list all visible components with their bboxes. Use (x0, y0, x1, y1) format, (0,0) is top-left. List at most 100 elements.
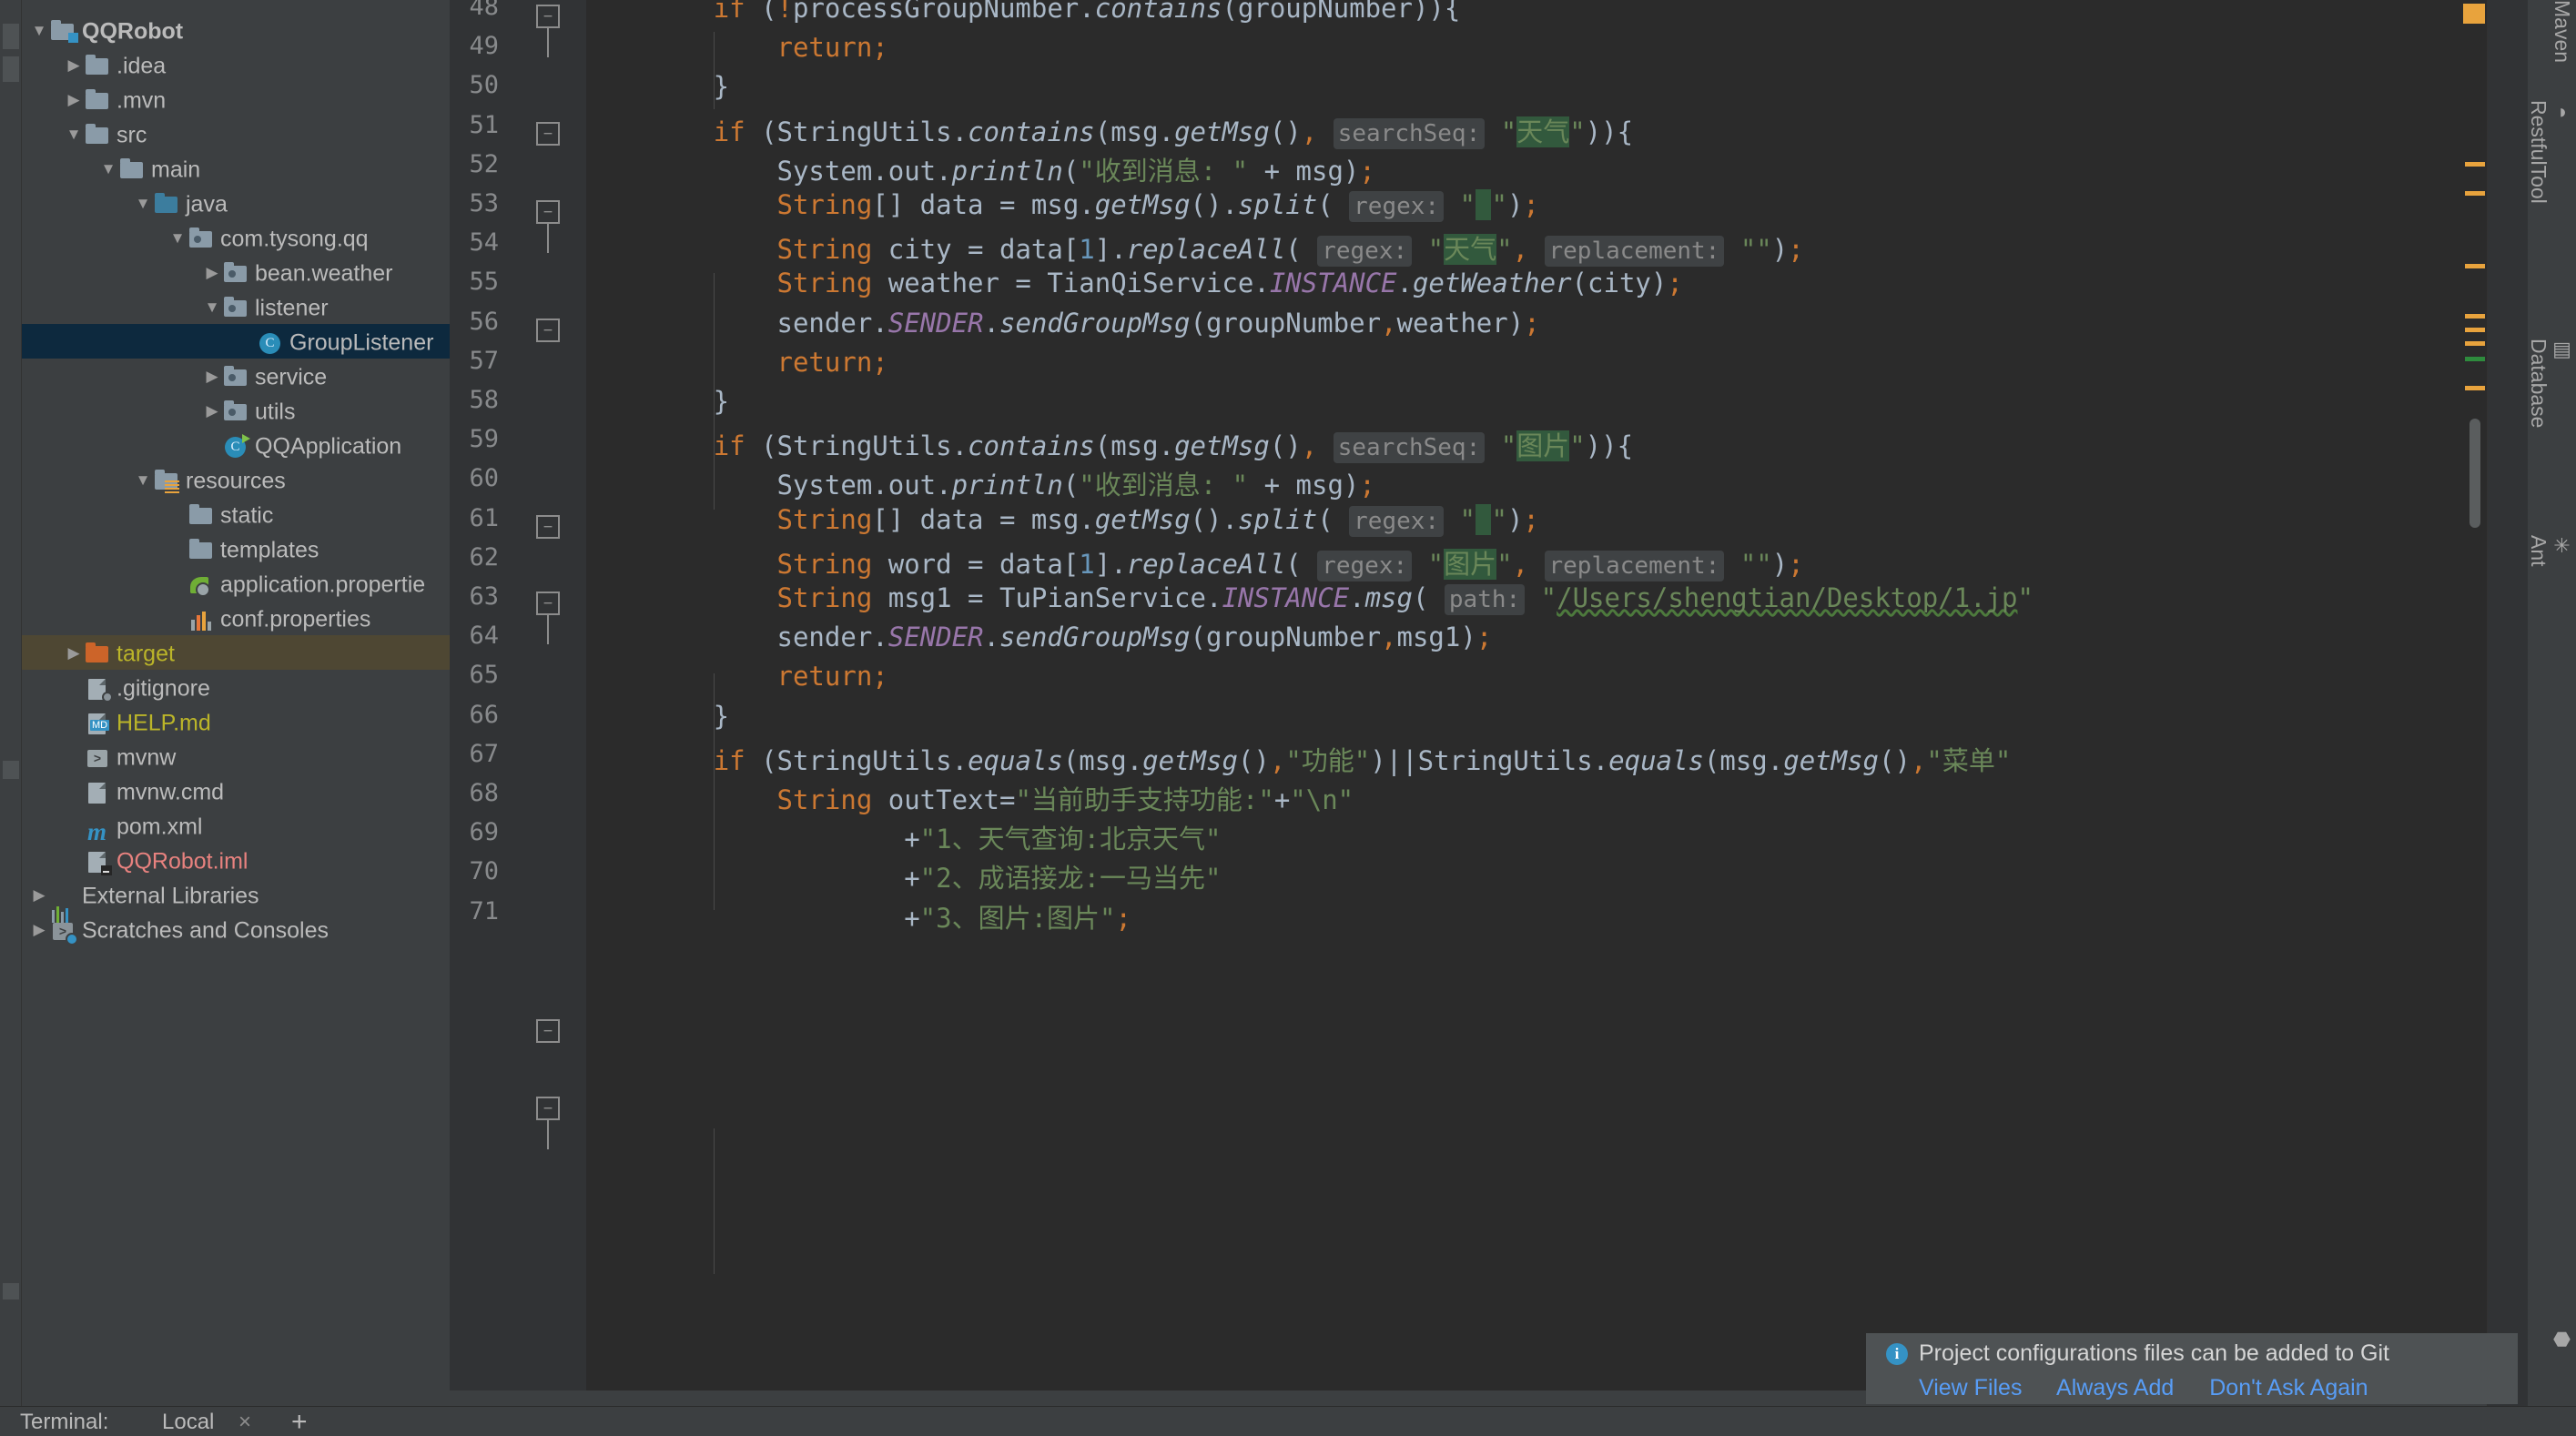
code-line[interactable]: sender.SENDER.sendGroupMsg(groupNumber,w… (586, 308, 1540, 339)
code-line[interactable]: System.out.println("收到消息: " + msg); (586, 464, 1375, 502)
code-line[interactable]: String[] data = msg.getMsg().split( rege… (586, 504, 1539, 535)
tree-expand-arrow[interactable]: ▼ (29, 14, 49, 48)
tree-item-external-libraries[interactable]: ▶External Libraries (22, 877, 450, 912)
code-line[interactable]: String word = data[1].replaceAll( regex:… (586, 543, 1804, 581)
code-line[interactable]: String[] data = msg.getMsg().split( rege… (586, 189, 1539, 220)
code-line[interactable]: String weather = TianQiService.INSTANCE.… (586, 268, 1683, 298)
tree-expand-arrow[interactable]: ▼ (167, 221, 188, 256)
tool-tab-database[interactable]: ▤ Database (2534, 339, 2574, 428)
tree-expand-arrow[interactable]: ▼ (133, 187, 153, 221)
code-line[interactable]: +"2、成语接龙:一马当先" (586, 857, 1222, 895)
code-line[interactable]: sender.SENDER.sendGroupMsg(groupNumber,m… (586, 622, 1492, 652)
code-line[interactable]: } (586, 701, 729, 732)
tree-item-com-tysong-qq[interactable]: ▼com.tysong.qq (22, 220, 450, 255)
tree-item-label: target (117, 641, 175, 666)
terminal-tab-local[interactable]: Local (162, 1407, 214, 1436)
tree-expand-arrow[interactable]: ▶ (64, 83, 84, 117)
project-tool-window[interactable]: ▼QQRobot▶.idea▶.mvn▼src▼main▼java▼com.ty… (22, 0, 450, 1406)
code-token: getMsg (1095, 189, 1191, 220)
tree-item-main[interactable]: ▼main (22, 151, 450, 186)
code-line[interactable]: return; (586, 661, 888, 692)
always-add-link[interactable]: Always Add (2056, 1375, 2174, 1401)
tree-item-grouplistener[interactable]: CGroupListener (22, 324, 450, 359)
tree-item-conf-properties[interactable]: conf.properties (22, 601, 450, 635)
code-line[interactable]: if (StringUtils.contains(msg.getMsg(), s… (586, 425, 1633, 463)
tree-expand-arrow[interactable]: ▼ (202, 290, 222, 325)
tree-item-qqapplication[interactable]: CQQApplication (22, 428, 450, 462)
tree-item-qqrobot[interactable]: ▼QQRobot (22, 13, 450, 47)
tree-expand-arrow[interactable]: ▶ (29, 878, 49, 913)
add-icon[interactable]: + (291, 1407, 308, 1436)
tree-item-bean-weather[interactable]: ▶bean.weather (22, 255, 450, 289)
dont-ask-again-link[interactable]: Don't Ask Again (2209, 1375, 2368, 1401)
tree-expand-arrow[interactable]: ▶ (202, 394, 222, 429)
tree-item-scratches-and-consoles[interactable]: ▶>Scratches and Consoles (22, 912, 450, 946)
code-fold-toggle[interactable]: − (536, 5, 560, 28)
code-fold-toggle[interactable]: − (536, 592, 560, 615)
tree-item--mvn[interactable]: ▶.mvn (22, 82, 450, 116)
code-fold-toggle[interactable]: − (536, 1097, 560, 1120)
code-line[interactable]: if (StringUtils.contains(msg.getMsg(), s… (586, 111, 1633, 149)
code-fold-toggle[interactable]: − (536, 200, 560, 224)
tree-item-help-md[interactable]: MDHELP.md (22, 704, 450, 739)
tree-item-java[interactable]: ▼java (22, 186, 450, 220)
code-fold-toggle[interactable]: − (536, 515, 560, 539)
left-strip-mark (3, 56, 19, 82)
tree-item-utils[interactable]: ▶utils (22, 393, 450, 428)
code-line[interactable]: if (StringUtils.equals(msg.getMsg(),"功能"… (586, 740, 2011, 778)
tree-item-resources[interactable]: ▼resources (22, 462, 450, 497)
tree-expand-arrow[interactable]: ▼ (98, 152, 118, 187)
tree-expand-arrow[interactable]: ▶ (64, 636, 84, 671)
tree-expand-arrow[interactable]: ▶ (202, 359, 222, 394)
code-fold-toggle[interactable]: − (536, 122, 560, 146)
editor-marker-scrollbar[interactable] (2463, 0, 2487, 1390)
tree-item-templates[interactable]: templates (22, 531, 450, 566)
code-line[interactable]: return; (586, 32, 888, 63)
tree-expand-arrow[interactable]: ▼ (64, 117, 84, 152)
tool-tab-bottom-icon[interactable]: ⬣ (2534, 1329, 2574, 1359)
code-line[interactable]: String msg1 = TuPianService.INSTANCE.msg… (586, 582, 2033, 613)
code-line[interactable]: +"1、天气查询:北京天气" (586, 818, 1222, 856)
tree-expand-arrow[interactable]: ▼ (133, 463, 153, 498)
code-line[interactable]: return; (586, 347, 888, 378)
tree-expand-arrow[interactable]: ▶ (29, 913, 49, 947)
tree-item-static[interactable]: static (22, 497, 450, 531)
view-files-link[interactable]: View Files (1919, 1375, 2022, 1401)
code-fold-toggle[interactable]: − (536, 1019, 560, 1043)
tool-tab-restfultool[interactable]: ◗ RestfulTool (2534, 100, 2574, 204)
code-token: println (952, 470, 1063, 501)
code-line[interactable]: String city = data[1].replaceAll( regex:… (586, 228, 1804, 267)
scrollbar-thumb[interactable] (2470, 419, 2480, 528)
tree-item--idea[interactable]: ▶.idea (22, 47, 450, 82)
tree-expand-arrow[interactable]: ▶ (202, 256, 222, 290)
code-line[interactable]: System.out.println("收到消息: " + msg); (586, 150, 1375, 188)
git-notification[interactable]: i Project configurations files can be ad… (1866, 1333, 2518, 1404)
close-icon[interactable]: × (238, 1407, 251, 1436)
code-editor[interactable]: 4849505152535455565758596061626364656667… (450, 0, 2487, 1390)
tree-item-qqrobot-iml[interactable]: QQRobot.iml (22, 843, 450, 877)
code-line[interactable]: } (586, 386, 729, 417)
code-token: SENDER (888, 308, 984, 339)
tree-item-mvnw-cmd[interactable]: mvnw.cmd (22, 774, 450, 808)
tree-item--gitignore[interactable]: .gitignore (22, 670, 450, 704)
tool-tab-maven[interactable]: Maven (2534, 0, 2574, 63)
code-line[interactable]: +"3、图片:图片"; (586, 897, 1131, 935)
tool-tab-ant[interactable]: ✳ Ant (2534, 535, 2574, 567)
punctuation: ; (1359, 470, 1374, 501)
code-token: SENDER (888, 622, 984, 652)
code-line[interactable]: } (586, 71, 729, 102)
code-fold-toggle[interactable]: − (536, 319, 560, 342)
tree-item-service[interactable]: ▶service (22, 359, 450, 393)
tree-item-listener[interactable]: ▼listener (22, 289, 450, 324)
tree-item-mvnw[interactable]: >mvnw (22, 739, 450, 774)
tree-item-target[interactable]: ▶ target (22, 635, 450, 670)
code-line[interactable]: String outText="当前助手支持功能:"+"\n" (586, 779, 1354, 817)
code-area[interactable]: if (!processGroupNumber.contains(groupNu… (586, 0, 2487, 1390)
tree-item-src[interactable]: ▼src (22, 116, 450, 151)
tree-item-pom-xml[interactable]: mpom.xml (22, 808, 450, 843)
tree-item-application-propertie[interactable]: application.propertie (22, 566, 450, 601)
tree-expand-arrow[interactable]: ▶ (64, 48, 84, 83)
editor-gutter[interactable]: 4849505152535455565758596061626364656667… (450, 0, 586, 1390)
code-token: contains (1095, 0, 1222, 24)
code-line[interactable]: if (!processGroupNumber.contains(groupNu… (586, 0, 1460, 24)
